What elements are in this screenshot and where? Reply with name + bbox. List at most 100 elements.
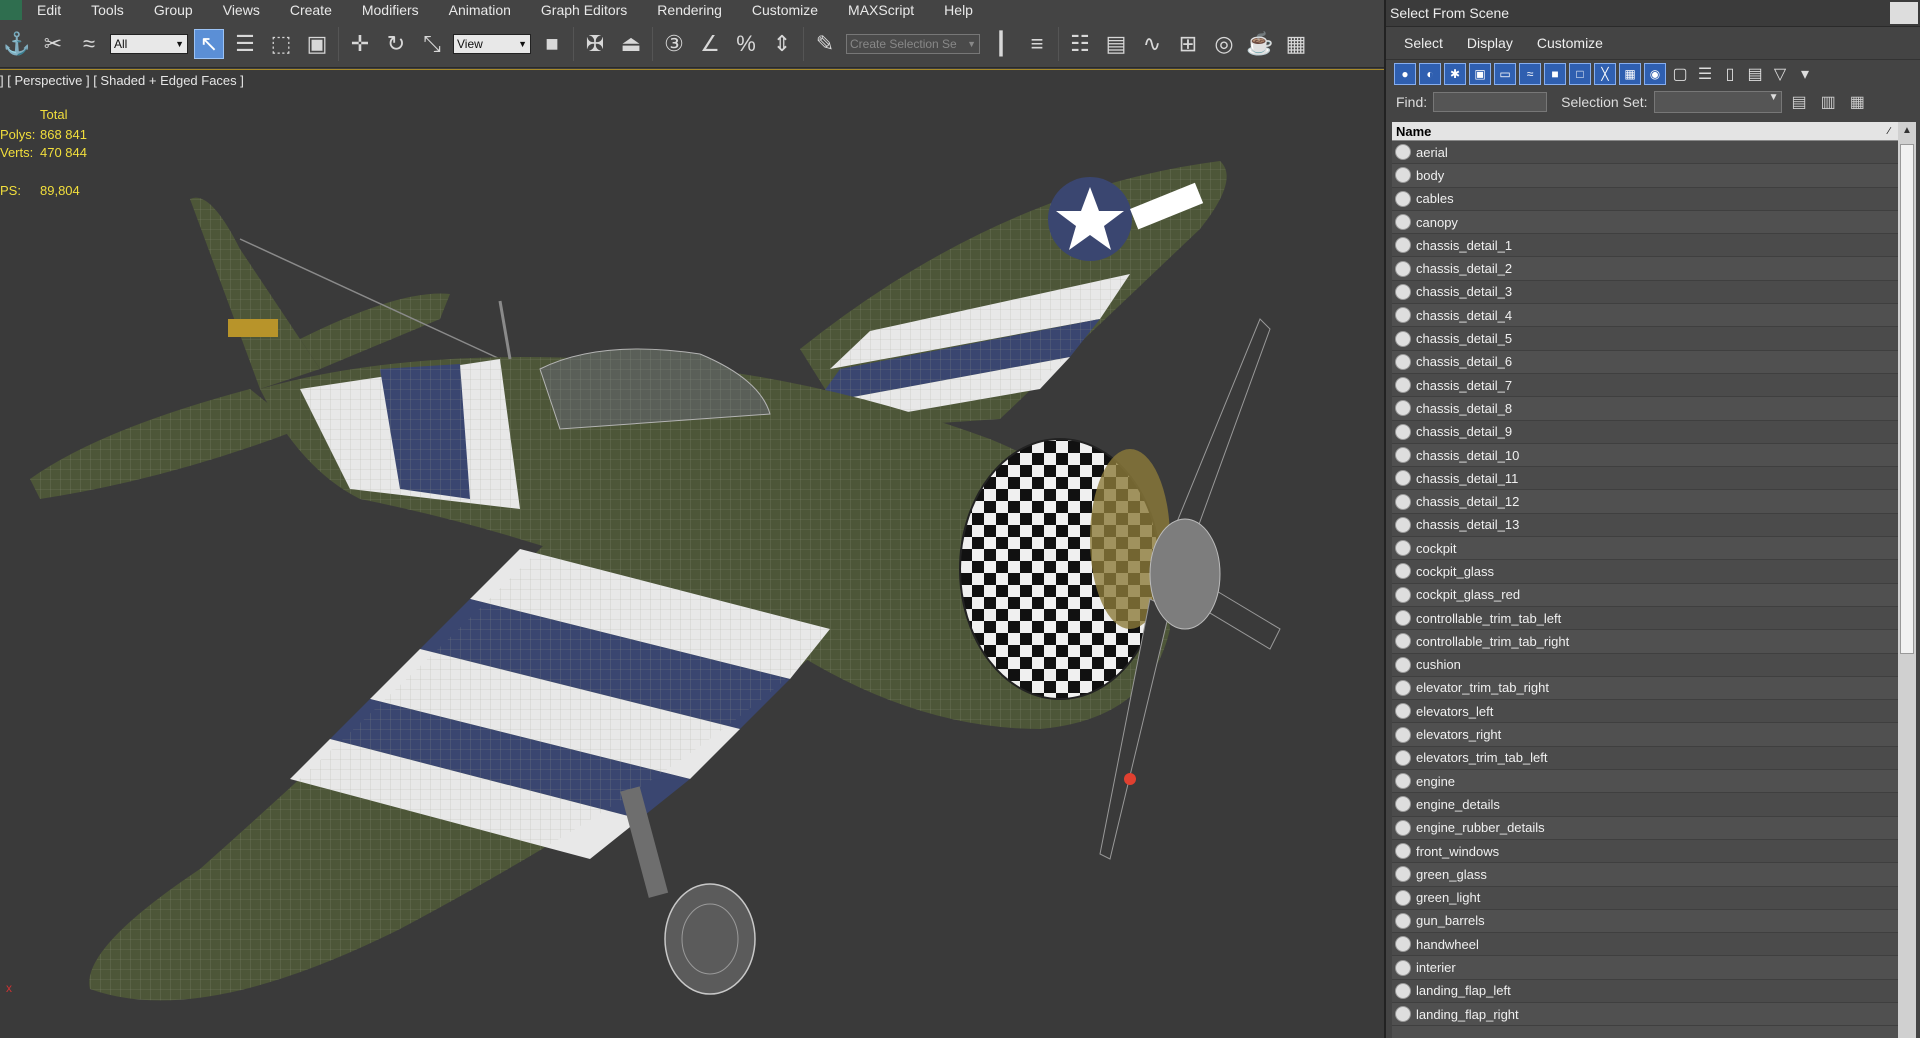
menu-create[interactable]: Create	[275, 2, 347, 18]
move-icon[interactable]: ✛	[345, 29, 375, 59]
list-scrollbar[interactable]: ▲	[1898, 122, 1916, 1038]
list-item[interactable]: landing_flap_right	[1392, 1003, 1898, 1027]
list-item[interactable]: cushion	[1392, 653, 1898, 677]
pivot-center-icon[interactable]: ■	[537, 29, 567, 59]
mirror-icon[interactable]: ┃	[986, 29, 1016, 59]
curve-editor-icon[interactable]: ∿	[1137, 29, 1167, 59]
reference-coordinate-dropdown[interactable]: View ▼	[453, 33, 531, 54]
select-manipulate-icon[interactable]: ✠	[580, 29, 610, 59]
list-item[interactable]: front_windows	[1392, 839, 1898, 864]
list-item[interactable]: elevators_trim_tab_left	[1392, 746, 1898, 771]
display-all-icon[interactable]: ☰	[1694, 63, 1716, 85]
display-invert-icon[interactable]: ▤	[1744, 63, 1766, 85]
menu-edit[interactable]: Edit	[22, 2, 76, 18]
menu-views[interactable]: Views	[208, 2, 275, 18]
list-item[interactable]: elevator_trim_tab_right	[1392, 677, 1898, 701]
scene-object-list[interactable]: Name ∕ aerial body cables canopy chassis_det…	[1392, 122, 1898, 1038]
select-all-icon[interactable]: ▤	[1788, 92, 1811, 112]
menu-help[interactable]: Help	[929, 2, 988, 18]
menu-modifiers[interactable]: Modifiers	[347, 2, 434, 18]
display-spacewarps-icon[interactable]: ≈	[1519, 63, 1541, 85]
list-item[interactable]: chassis_detail_7	[1392, 373, 1898, 398]
menu-customize[interactable]: Customize	[737, 2, 833, 18]
list-item[interactable]: chassis_detail_12	[1392, 490, 1898, 514]
graphite-ribbon-icon[interactable]: ▤	[1101, 29, 1131, 59]
list-item[interactable]: aerial	[1392, 141, 1898, 165]
scale-icon[interactable]: ⤡	[417, 29, 447, 59]
list-item[interactable]: cockpit_glass_red	[1392, 584, 1898, 607]
menu-animation[interactable]: Animation	[434, 2, 526, 18]
filter-icon[interactable]: ▽	[1769, 63, 1791, 85]
menu-tools[interactable]: Tools	[76, 2, 139, 18]
list-item[interactable]: green_light	[1392, 886, 1898, 910]
layer-manager-icon[interactable]: ☷	[1065, 29, 1095, 59]
select-invert-icon[interactable]: ▦	[1846, 92, 1869, 112]
scroll-thumb[interactable]	[1900, 144, 1914, 654]
rectangular-selection-icon[interactable]: ⬚	[266, 29, 296, 59]
list-item[interactable]: green_glass	[1392, 863, 1898, 887]
menu-graph-editors[interactable]: Graph Editors	[526, 2, 642, 18]
select-by-name-icon[interactable]: ☰	[230, 29, 260, 59]
select-none-icon[interactable]: ▥	[1817, 92, 1840, 112]
snaps-toggle-icon[interactable]: ③	[659, 29, 689, 59]
display-none-icon[interactable]: ▯	[1719, 63, 1741, 85]
list-item[interactable]: chassis_detail_4	[1392, 304, 1898, 328]
link-icon[interactable]: ⚓	[2, 29, 32, 59]
align-icon[interactable]: ≡	[1022, 29, 1052, 59]
app-logo-icon[interactable]	[0, 0, 22, 20]
list-item[interactable]: elevators_left	[1392, 700, 1898, 724]
display-groups-icon[interactable]: ■	[1544, 63, 1566, 85]
window-crossing-icon[interactable]: ▣	[302, 29, 332, 59]
list-item[interactable]: chassis_detail_6	[1392, 351, 1898, 374]
list-item[interactable]: body	[1392, 164, 1898, 188]
list-item[interactable]: chassis_detail_11	[1392, 467, 1898, 491]
aircraft-wireframe-model[interactable]	[0, 69, 1384, 1038]
unlink-icon[interactable]: ✂	[38, 29, 68, 59]
scroll-up-icon[interactable]: ▲	[1898, 122, 1916, 140]
spinner-snap-icon[interactable]: ⇕	[767, 29, 797, 59]
list-item[interactable]: landing_flap_left	[1392, 979, 1898, 1003]
schematic-view-icon[interactable]: ⊞	[1173, 29, 1203, 59]
list-item[interactable]: engine_details	[1392, 793, 1898, 817]
display-xrefs-icon[interactable]: □	[1569, 63, 1591, 85]
angle-snap-icon[interactable]: ∠	[695, 29, 725, 59]
display-geometry-icon[interactable]: ●	[1394, 63, 1416, 85]
list-item[interactable]: canopy	[1392, 211, 1898, 235]
list-item[interactable]: interier	[1392, 956, 1898, 980]
dialog-menu-select[interactable]: Select	[1392, 35, 1455, 51]
menu-maxscript[interactable]: MAXScript	[833, 2, 929, 18]
list-item[interactable]: controllable_trim_tab_right	[1392, 630, 1898, 654]
display-cameras-icon[interactable]: ▣	[1469, 63, 1491, 85]
display-hidden-icon[interactable]: ▢	[1669, 63, 1691, 85]
selection-filter-dropdown[interactable]: All ▼	[110, 33, 188, 54]
list-item[interactable]: chassis_detail_1	[1392, 234, 1898, 258]
list-item[interactable]: chassis_detail_8	[1392, 397, 1898, 421]
material-editor-icon[interactable]: ◎	[1209, 29, 1239, 59]
render-setup-icon[interactable]: ☕	[1245, 29, 1275, 59]
list-item[interactable]: elevators_right	[1392, 723, 1898, 747]
bind-space-warp-icon[interactable]: ≈	[74, 29, 104, 59]
list-item[interactable]: chassis_detail_2	[1392, 257, 1898, 281]
column-header-name[interactable]: Name ∕	[1392, 122, 1898, 141]
display-lights-icon[interactable]: ✱	[1444, 63, 1466, 85]
display-shapes-icon[interactable]: ◐	[1419, 63, 1441, 85]
list-item[interactable]: chassis_detail_13	[1392, 513, 1898, 538]
select-object-icon[interactable]: ↖	[194, 28, 224, 59]
selection-set-dropdown[interactable]: ▼	[1653, 91, 1782, 113]
list-item[interactable]: engine	[1392, 770, 1898, 794]
display-helpers-icon[interactable]: ▭	[1494, 63, 1516, 85]
list-item[interactable]: cockpit_glass	[1392, 560, 1898, 584]
list-item[interactable]: handwheel	[1392, 933, 1898, 957]
perspective-viewport[interactable]: ] [ Perspective ] [ Shaded + Edged Faces…	[0, 69, 1384, 1038]
keyboard-shortcut-override-icon[interactable]: ⏏	[616, 29, 646, 59]
dialog-menu-display[interactable]: Display	[1455, 35, 1525, 51]
percent-snap-icon[interactable]: %	[731, 29, 761, 59]
display-frozen-icon[interactable]: ◉	[1644, 63, 1666, 85]
find-input[interactable]	[1433, 92, 1548, 112]
list-item[interactable]: controllable_trim_tab_left	[1392, 606, 1898, 631]
list-item[interactable]: chassis_detail_5	[1392, 327, 1898, 351]
list-item[interactable]: chassis_detail_10	[1392, 444, 1898, 468]
display-bones-icon[interactable]: ╳	[1594, 63, 1616, 85]
list-item[interactable]: chassis_detail_3	[1392, 280, 1898, 305]
menu-group[interactable]: Group	[139, 2, 208, 18]
